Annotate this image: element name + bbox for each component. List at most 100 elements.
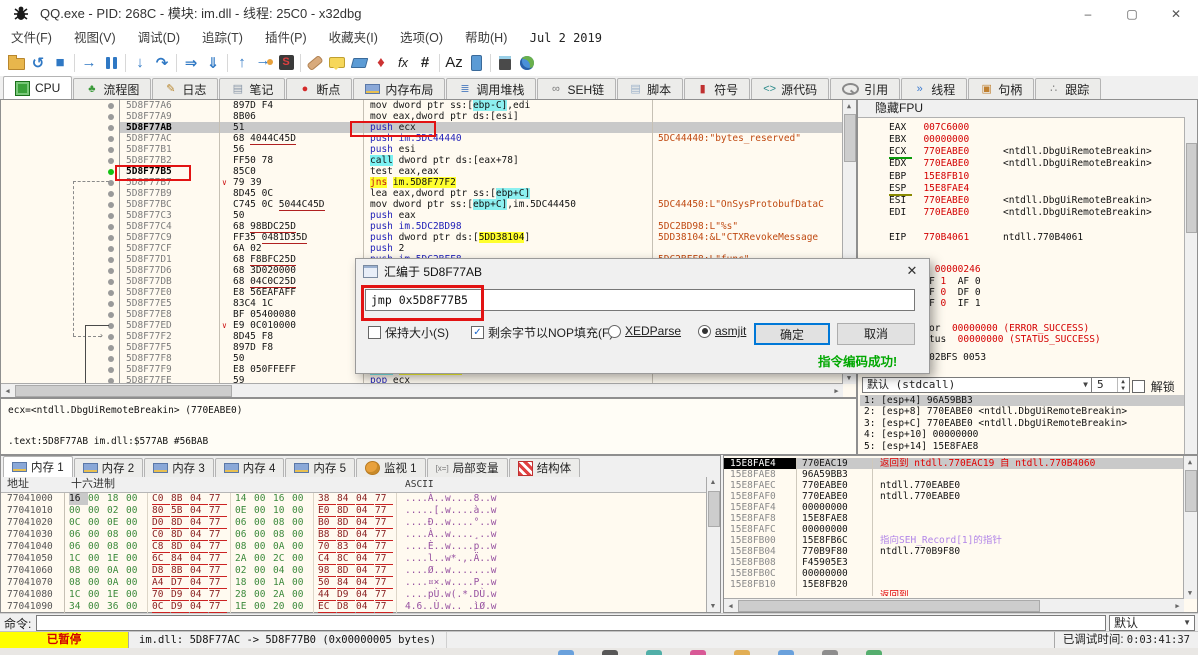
disasm-row[interactable]: 5D8F77AC 68 4044C45D push im.5DC44440 5DC44… [1, 133, 843, 145]
tab-log[interactable]: ✎ 日志 [152, 78, 219, 99]
instruction-dot[interactable] [108, 355, 114, 362]
dump-row[interactable]: 77041010 00 00 02 00 80 5B 04 77 0E 00 10 00 E0 8D 04 77… [1, 505, 707, 517]
stack-arg-row[interactable]: 2: [esp+8] 770EABE0 <ntdll.DbgUiRemoteBr… [860, 406, 1184, 417]
dialog-close-icon[interactable]: ✕ [895, 259, 929, 283]
disasm-row[interactable]: 5D8F77AB 51 push ecx [1, 121, 843, 137]
fill-nop-checkbox[interactable]: ✓ 剩余字节以NOP填充(F) [471, 324, 613, 341]
registers-v-scrollbar[interactable] [1184, 117, 1197, 454]
stack-row[interactable]: 15E8FAEC 770EABE0 ntdll.770EABE0 [724, 480, 1184, 491]
disasm-row[interactable]: 5D8F77CF 6A 02 push 2 [1, 243, 843, 254]
globe-icon[interactable] [516, 51, 538, 74]
scrollbar-thumb[interactable] [1186, 143, 1197, 233]
instruction-dot[interactable] [108, 234, 114, 241]
instruction-dot[interactable] [108, 113, 114, 120]
instruction-dot[interactable] [108, 135, 114, 142]
tab-handles[interactable]: ▣ 句柄 [968, 78, 1035, 99]
stack-arg-row[interactable]: 1: [esp+4] 96A59BB3 [860, 395, 1184, 406]
stack-row[interactable]: 15E8FAE8 96A59BB3 [724, 469, 1184, 480]
instruction-dot[interactable] [108, 289, 114, 296]
tab-references[interactable]: 引用 [830, 78, 901, 99]
memory-dump-pane[interactable]: 内存 1 内存 2 内存 3 内存 4 内存 5 监视 1 [x=] 局部变量 结构体 地址 十… [0, 455, 721, 613]
dump-row[interactable]: 77041080 1C 00 1E 00 70 D9 04 77 28 00 2A 00 44 D9 04 77… [1, 589, 707, 601]
stack-row[interactable]: 15E8FAF8 15E8FAE8 [724, 513, 1184, 524]
memory5-tab[interactable]: 内存 5 [285, 458, 355, 477]
function-icon[interactable]: fx [392, 51, 414, 74]
dump-row[interactable]: 77041030 06 00 08 00 C0 8D 04 77 06 00 08 00 B8 8D 04 77… [1, 529, 707, 541]
scroll-down-icon[interactable]: ▼ [1184, 589, 1196, 597]
instruction-dot[interactable] [108, 333, 114, 340]
restart-icon[interactable]: ↺ [27, 51, 49, 74]
maximize-button[interactable]: ▢ [1110, 0, 1154, 28]
arg-count-stepper[interactable]: 5 ▲ ▼ [1091, 377, 1130, 393]
scrollbar-thumb[interactable] [15, 385, 232, 397]
unlock-checkbox[interactable]: 解锁 [1132, 378, 1175, 395]
stack-arg-row[interactable]: 3: [esp+C] 770EABE0 <ntdll.DbgUiRemoteBr… [860, 418, 1184, 429]
menu-item[interactable]: 视图(V) [63, 28, 127, 49]
step-out-icon[interactable]: ↑ [231, 51, 253, 74]
instruction-dot[interactable] [108, 223, 114, 230]
instruction-dot[interactable] [108, 157, 114, 164]
register-row[interactable]: EBX 00000000 [858, 134, 1184, 145]
dump-row[interactable]: 77041050 1C 00 1E 00 6C 84 04 77 2A 00 2C 00 C4 8C 04 77… [1, 553, 707, 565]
stack-arg-row[interactable]: 5: [esp+14] 15E8FAE8 [860, 441, 1184, 452]
step-into-icon[interactable]: ↓ [129, 51, 151, 74]
scrollbar-thumb[interactable] [844, 114, 856, 162]
stack-arg-row[interactable]: 4: [esp+10] 00000000 [860, 429, 1184, 440]
disasm-row[interactable]: 5D8F77A9 8B06 mov eax,dword ptr ds:[esi] [1, 111, 843, 122]
dump-row[interactable]: 77041070 08 00 0A 00 A4 D7 04 77 18 00 1A 00 50 84 04 77… [1, 577, 707, 589]
stack-row[interactable]: 15E8FAE4 770EAC19 返回到 ntdll.770EAC19 自 ntd… [724, 458, 1184, 469]
scroll-up-icon[interactable]: ▲ [707, 479, 719, 486]
memory2-tab[interactable]: 内存 2 [73, 458, 144, 477]
instruction-dot[interactable] [108, 102, 114, 109]
instruction-dot[interactable] [108, 267, 114, 274]
run-until-icon[interactable]: ⇓ [202, 51, 224, 74]
hide-fpu-button[interactable]: 隐藏FPU [858, 100, 1197, 118]
tab-threads[interactable]: » 线程 [901, 78, 968, 99]
disasm-row[interactable]: 5D8F77A6 897D F4 mov dword ptr ss:[ebp-C],… [1, 100, 843, 111]
dump-row[interactable]: 77041020 0C 00 0E 00 D0 8D 04 77 06 00 08 00 B0 8D 04 77… [1, 517, 707, 529]
dump-row[interactable]: 77041000 16 00 18 00 C0 8B 04 77 14 00 16 00 38 84 04 77… [1, 493, 707, 505]
dialog-title-bar[interactable]: 汇编于 5D8F77AB [356, 259, 929, 283]
menu-item[interactable]: 调试(D) [127, 28, 191, 49]
calling-convention-select[interactable]: 默认 (stdcall) ▼ [862, 377, 1092, 393]
scroll-left-icon[interactable]: ◀ [2, 387, 13, 395]
instruction-dot[interactable] [108, 256, 114, 263]
breakpoint-dot[interactable] [108, 168, 114, 175]
stack-v-scrollbar[interactable]: ▲ ▼ [1183, 456, 1197, 599]
pause-icon[interactable] [100, 51, 122, 74]
menu-item[interactable]: 帮助(H) [454, 28, 518, 49]
locals-tab[interactable]: [x=] 局部变量 [426, 458, 508, 477]
stack-row[interactable]: 返回到 [724, 590, 1184, 596]
disasm-h-scrollbar[interactable]: ◀ ▶ [1, 383, 843, 397]
scrollbar-thumb[interactable] [708, 491, 720, 527]
scroll-down-icon[interactable]: ▼ [843, 374, 855, 382]
struct-tab[interactable]: 结构体 [508, 458, 581, 477]
stack-h-scrollbar[interactable]: ◀ ▶ [724, 598, 1184, 612]
execute-till-return-icon[interactable]: ⇒ [180, 51, 202, 74]
memory3-tab[interactable]: 内存 3 [144, 458, 214, 477]
hash-icon[interactable]: # [414, 51, 436, 74]
disasm-row[interactable]: 5D8F77B1 56 push esi [1, 144, 843, 155]
instruction-dot[interactable] [108, 146, 114, 153]
tab-symbols[interactable]: ▮ 符号 [684, 78, 751, 99]
stack-row[interactable]: 15E8FB08 F45905E3 [724, 557, 1184, 568]
instruction-dot[interactable] [108, 300, 114, 307]
disasm-row[interactable]: 5D8F77B9 8D45 0C lea eax,dword ptr ss:[ebp… [1, 188, 843, 199]
instruction-dot[interactable] [108, 344, 114, 351]
close-button[interactable]: ✕ [1154, 0, 1198, 28]
disasm-row[interactable]: 5D8F77B5 85C0 test eax,eax [1, 165, 843, 181]
scroll-up-icon[interactable]: ▲ [1184, 458, 1196, 466]
dump-v-scrollbar[interactable]: ▲ ▼ [706, 477, 720, 612]
instruction-dot[interactable] [108, 212, 114, 219]
spinner-arrows-icon[interactable]: ▲ ▼ [1117, 378, 1128, 392]
tab-cpu[interactable]: CPU [3, 76, 73, 100]
instruction-dot[interactable] [108, 311, 114, 318]
scylla-icon[interactable]: S [275, 51, 297, 74]
disasm-row[interactable]: 5D8F77B7 ∨ 79 39 jns im.5D8F77F2 [1, 177, 843, 188]
scroll-left-icon[interactable]: ◀ [725, 602, 736, 610]
command-profile-select[interactable]: 默认 ▼ [1109, 615, 1195, 631]
register-row[interactable]: EDI 770EABE0 <ntdll.DbgUiRemoteBreakin> [858, 207, 1184, 218]
scrollbar-thumb[interactable] [1185, 470, 1197, 512]
comment-icon[interactable] [326, 51, 348, 74]
run-icon[interactable]: → [78, 51, 100, 74]
